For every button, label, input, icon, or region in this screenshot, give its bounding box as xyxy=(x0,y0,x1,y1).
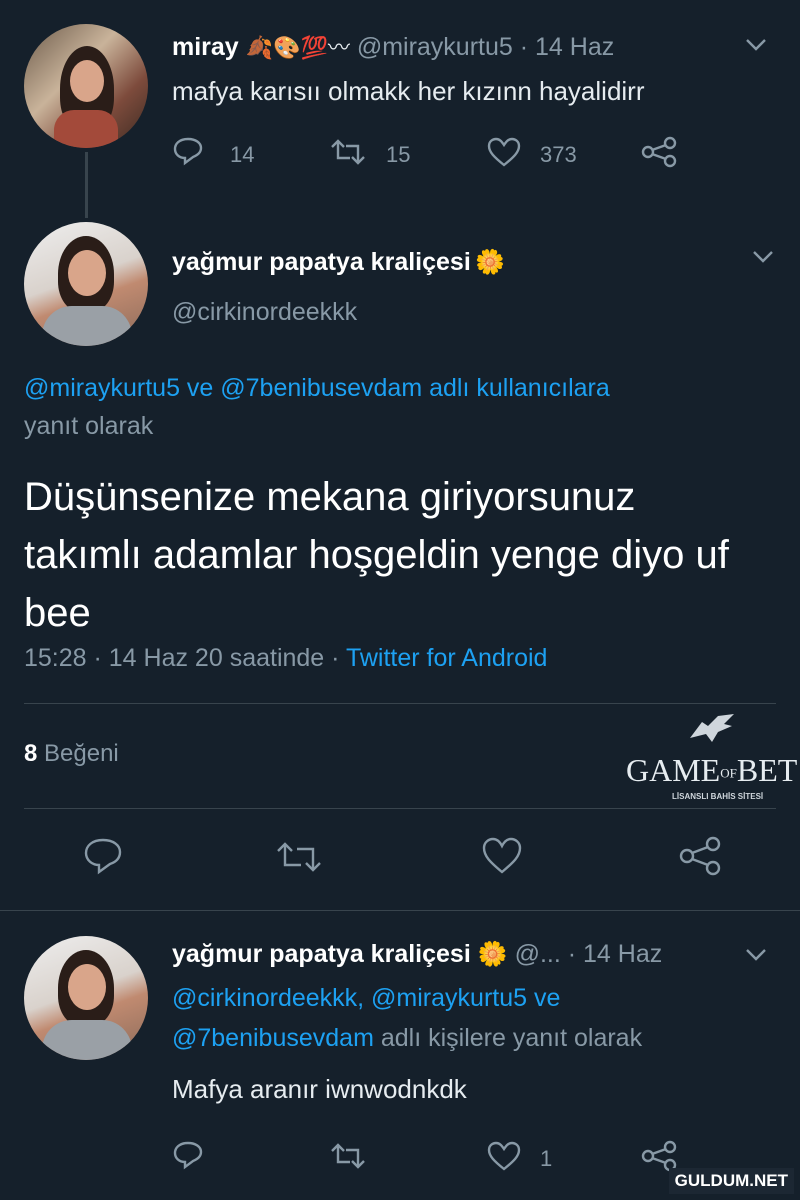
reply-mention[interactable]: @7benibusevdam xyxy=(172,1024,374,1052)
reply-context: @miraykurtu5 ve @7benibusevdam adlı kull… xyxy=(24,374,610,403)
reply-icon[interactable] xyxy=(82,836,124,881)
flower-emoji: 🌼 xyxy=(475,249,506,276)
site-watermark: GULDUM.NET xyxy=(668,1168,794,1194)
tweet-meta: 15:28 · 14 Haz 20 saatinde · Twitter for… xyxy=(24,644,547,673)
likes-count: 8 xyxy=(24,740,38,767)
reply-suffix: adlı kullanıcılara xyxy=(429,374,610,402)
handle[interactable]: @... xyxy=(515,940,561,968)
divider xyxy=(24,808,776,809)
reply-mentions[interactable]: @miraykurtu5 ve @7benibusevdam xyxy=(24,374,422,402)
reply-context: @7benibusevdam adlı kişilere yanıt olara… xyxy=(172,1024,642,1053)
chevron-down-icon[interactable] xyxy=(745,948,767,962)
share-icon[interactable] xyxy=(678,836,724,881)
retweet-count: 15 xyxy=(386,142,411,167)
heart-icon[interactable] xyxy=(480,836,524,881)
likes-summary[interactable]: 8 Beğeni xyxy=(24,740,119,768)
retweet-icon[interactable] xyxy=(274,840,324,879)
brand-of: OF xyxy=(720,765,737,781)
heart-icon[interactable] xyxy=(486,1140,522,1177)
tweet-author: yağmur papatya kraliçesi 🌼 xyxy=(172,248,505,277)
display-name[interactable]: miray xyxy=(172,33,239,61)
tweet-date[interactable]: · 14 Haz xyxy=(568,940,662,968)
likes-label: Beğeni xyxy=(44,740,119,767)
divider xyxy=(24,703,776,704)
reply-suffix: adlı kişilere yanıt olarak xyxy=(380,1024,643,1052)
avatar[interactable] xyxy=(24,222,148,346)
like-count: 373 xyxy=(540,142,577,167)
handle[interactable]: @miraykurtu5 xyxy=(357,33,513,61)
timestamp[interactable]: 15:28 · 14 Haz 20 saatinde · xyxy=(24,644,339,672)
tweet-date[interactable]: · 14 Haz xyxy=(520,33,614,61)
share-icon[interactable] xyxy=(640,136,680,173)
tweet-header: yağmur papatya kraliçesi 🌼 @... · 14 Haz xyxy=(172,940,662,969)
divider xyxy=(0,910,800,911)
display-name[interactable]: yağmur papatya kraliçesi xyxy=(172,248,471,276)
watermark-logo: GAMEOFBET LİSANSLI BAHİS SİTESİ xyxy=(626,712,800,808)
reply-icon[interactable] xyxy=(172,1140,204,1175)
flower-emoji: 🌼 xyxy=(477,941,508,968)
tweet-text: Mafya aranır iwnwodnkdk xyxy=(172,1074,467,1104)
tweet-header: miray 🍂🎨💯〰 @miraykurtu5 · 14 Haz xyxy=(172,30,614,62)
like-count: 1 xyxy=(540,1146,553,1171)
name-emoji: 🍂🎨💯〰 xyxy=(245,35,350,60)
retweet-icon[interactable] xyxy=(328,1142,368,1175)
chevron-down-icon[interactable] xyxy=(752,250,774,264)
heart-icon[interactable] xyxy=(486,136,522,173)
avatar[interactable] xyxy=(24,24,148,148)
thread-line xyxy=(85,152,88,218)
reply-context-line2: yanıt olarak xyxy=(24,412,154,440)
reply-count: 14 xyxy=(230,142,255,167)
tweet-text: Düşünsenize mekana giriyorsunuz takımlı … xyxy=(24,475,729,635)
retweet-icon[interactable] xyxy=(328,138,368,171)
chevron-down-icon[interactable] xyxy=(745,38,767,52)
reply-icon[interactable] xyxy=(172,136,204,171)
tweet-text: mafya karısıı olmakk her kızınn hayalidi… xyxy=(172,76,645,106)
handle[interactable]: @cirkinordeekkk xyxy=(172,298,357,327)
display-name[interactable]: yağmur papatya kraliçesi xyxy=(172,940,471,968)
brand-tagline: LİSANSLI BAHİS SİTESİ xyxy=(672,792,764,801)
source-link[interactable]: Twitter for Android xyxy=(346,644,547,672)
brand-game: GAME xyxy=(626,752,721,788)
brand-bet: BET xyxy=(736,752,798,788)
avatar[interactable] xyxy=(24,936,148,1060)
reply-mentions[interactable]: @cirkinordeekkk, @miraykurtu5 ve xyxy=(172,984,560,1013)
